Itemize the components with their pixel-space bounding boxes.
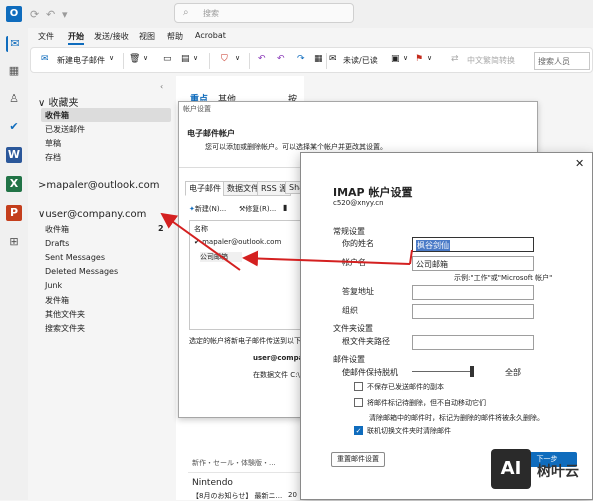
arrow-to-account-folder — [160, 212, 241, 271]
arrow-to-company-account — [242, 250, 411, 267]
watermark: AI 树叶云 — [491, 449, 591, 493]
watermark-text: 树叶云 — [537, 464, 579, 480]
annotation-arrows — [160, 212, 413, 271]
watermark-badge: AI — [491, 449, 531, 489]
arrow-connector — [409, 249, 413, 265]
